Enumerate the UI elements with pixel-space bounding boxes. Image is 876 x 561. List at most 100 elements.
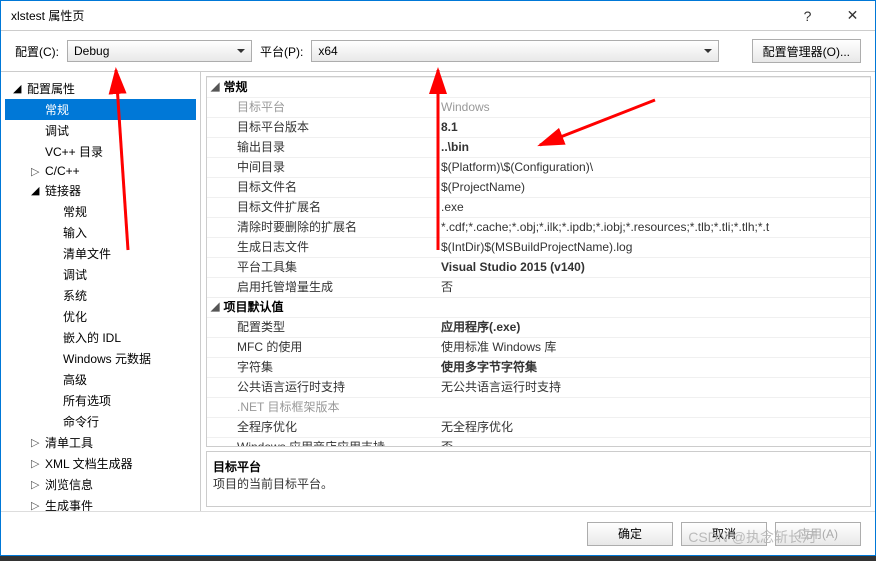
platform-label: 平台(P): xyxy=(260,43,303,60)
grid-row[interactable]: 生成日志文件$(IntDir)$(MSBuildProjectName).log xyxy=(207,237,870,257)
grid-row[interactable]: 公共语言运行时支持无公共语言运行时支持 xyxy=(207,377,870,397)
property-value[interactable]: 无公共语言运行时支持 xyxy=(437,377,870,397)
tree-item[interactable]: 调试 xyxy=(5,264,196,285)
titlebar: xlstest 属性页 ? ✕ xyxy=(1,1,875,31)
property-value[interactable]: Visual Studio 2015 (v140) xyxy=(437,257,870,277)
grid-row[interactable]: 输出目录..\bin xyxy=(207,137,870,157)
grid-row[interactable]: 目标平台Windows xyxy=(207,97,870,117)
tree-item-label: 生成事件 xyxy=(45,497,93,511)
expander-icon: ▷ xyxy=(31,165,41,178)
property-name: 字符集 xyxy=(207,357,437,377)
property-name: 平台工具集 xyxy=(207,257,437,277)
tree-item[interactable]: VC++ 目录 xyxy=(5,141,196,162)
tree-item[interactable]: ◢配置属性 xyxy=(5,78,196,99)
property-value[interactable] xyxy=(437,397,870,417)
grid-row[interactable]: .NET 目标框架版本 xyxy=(207,397,870,417)
grid-row[interactable]: 全程序优化无全程序优化 xyxy=(207,417,870,437)
config-manager-button[interactable]: 配置管理器(O)... xyxy=(752,39,861,63)
property-value[interactable]: $(IntDir)$(MSBuildProjectName).log xyxy=(437,237,870,257)
tree-item-label: 优化 xyxy=(63,308,87,325)
tree-item[interactable]: ◢链接器 xyxy=(5,180,196,201)
grid-category[interactable]: ◢项目默认值 xyxy=(207,297,870,317)
property-name: 目标文件扩展名 xyxy=(207,197,437,217)
ok-button[interactable]: 确定 xyxy=(587,522,673,546)
expander-icon: ◢ xyxy=(31,184,41,197)
footer: 确定 取消 应用(A) xyxy=(1,511,875,555)
tree-item[interactable]: 调试 xyxy=(5,120,196,141)
tree-item[interactable]: 命令行 xyxy=(5,411,196,432)
apply-button[interactable]: 应用(A) xyxy=(775,522,861,546)
tree-item-label: VC++ 目录 xyxy=(45,143,103,160)
tree-item[interactable]: ▷生成事件 xyxy=(5,495,196,511)
property-name: 清除时要删除的扩展名 xyxy=(207,217,437,237)
tree-item[interactable]: ▷C/C++ xyxy=(5,162,196,180)
property-value[interactable]: 无全程序优化 xyxy=(437,417,870,437)
property-value[interactable]: 应用程序(.exe) xyxy=(437,317,870,337)
tree-item[interactable]: ▷清单工具 xyxy=(5,432,196,453)
property-value[interactable]: 否 xyxy=(437,437,870,447)
tree-item[interactable]: 系统 xyxy=(5,285,196,306)
cancel-button[interactable]: 取消 xyxy=(681,522,767,546)
property-value[interactable]: *.cdf;*.cache;*.obj;*.ilk;*.ipdb;*.iobj;… xyxy=(437,217,870,237)
property-value[interactable]: $(Platform)\$(Configuration)\ xyxy=(437,157,870,177)
tree-item[interactable]: Windows 元数据 xyxy=(5,348,196,369)
tree-item[interactable]: ▷浏览信息 xyxy=(5,474,196,495)
property-grid[interactable]: ◢常规目标平台Windows目标平台版本8.1输出目录..\bin中间目录$(P… xyxy=(206,76,871,447)
grid-row[interactable]: 配置类型应用程序(.exe) xyxy=(207,317,870,337)
property-value[interactable]: ..\bin xyxy=(437,137,870,157)
tree-item[interactable]: 清单文件 xyxy=(5,243,196,264)
tree-item[interactable]: 优化 xyxy=(5,306,196,327)
close-button[interactable]: ✕ xyxy=(830,1,875,31)
expander-icon: ▷ xyxy=(31,457,41,470)
content-area: ◢常规目标平台Windows目标平台版本8.1输出目录..\bin中间目录$(P… xyxy=(201,72,875,511)
help-button[interactable]: ? xyxy=(785,1,830,31)
tree-item[interactable]: 高级 xyxy=(5,369,196,390)
description-box: 目标平台 项目的当前目标平台。 xyxy=(206,451,871,507)
property-name: MFC 的使用 xyxy=(207,337,437,357)
property-value[interactable]: $(ProjectName) xyxy=(437,177,870,197)
platform-combo[interactable]: x64 xyxy=(311,40,719,62)
config-label: 配置(C): xyxy=(15,43,59,60)
window-title: xlstest 属性页 xyxy=(11,7,785,24)
tree-item[interactable]: 嵌入的 IDL xyxy=(5,327,196,348)
property-name: 全程序优化 xyxy=(207,417,437,437)
grid-row[interactable]: 字符集使用多字节字符集 xyxy=(207,357,870,377)
description-body: 项目的当前目标平台。 xyxy=(213,475,864,492)
property-name: 目标平台版本 xyxy=(207,117,437,137)
config-combo[interactable]: Debug xyxy=(67,40,252,62)
tree-item-label: 常规 xyxy=(63,203,87,220)
tree-item-label: 系统 xyxy=(63,287,87,304)
property-value[interactable]: .exe xyxy=(437,197,870,217)
property-name: 目标平台 xyxy=(207,97,437,117)
grid-row[interactable]: 清除时要删除的扩展名*.cdf;*.cache;*.obj;*.ilk;*.ip… xyxy=(207,217,870,237)
toolbar: 配置(C): Debug 平台(P): x64 配置管理器(O)... xyxy=(1,31,875,71)
expander-icon: ▷ xyxy=(31,436,41,449)
tree-item-label: 输入 xyxy=(63,224,87,241)
tree-item-label: 浏览信息 xyxy=(45,476,93,493)
property-name: 目标文件名 xyxy=(207,177,437,197)
property-name: 启用托管增量生成 xyxy=(207,277,437,297)
grid-row[interactable]: 目标文件名$(ProjectName) xyxy=(207,177,870,197)
tree-item-label: 所有选项 xyxy=(63,392,111,409)
property-value[interactable]: Windows xyxy=(437,97,870,117)
grid-category[interactable]: ◢常规 xyxy=(207,77,870,97)
tree-item[interactable]: 常规 xyxy=(5,201,196,222)
grid-row[interactable]: 中间目录$(Platform)\$(Configuration)\ xyxy=(207,157,870,177)
grid-row[interactable]: 目标文件扩展名.exe xyxy=(207,197,870,217)
tree-item[interactable]: 输入 xyxy=(5,222,196,243)
property-name: 配置类型 xyxy=(207,317,437,337)
property-value[interactable]: 8.1 xyxy=(437,117,870,137)
property-value[interactable]: 使用标准 Windows 库 xyxy=(437,337,870,357)
property-value[interactable]: 使用多字节字符集 xyxy=(437,357,870,377)
grid-row[interactable]: 目标平台版本8.1 xyxy=(207,117,870,137)
tree-item[interactable]: 所有选项 xyxy=(5,390,196,411)
collapse-icon: ◢ xyxy=(211,78,219,97)
nav-tree[interactable]: ◢配置属性常规调试VC++ 目录▷C/C++◢链接器常规输入清单文件调试系统优化… xyxy=(1,72,201,511)
tree-item[interactable]: ▷XML 文档生成器 xyxy=(5,453,196,474)
grid-row[interactable]: MFC 的使用使用标准 Windows 库 xyxy=(207,337,870,357)
grid-row[interactable]: Windows 应用商店应用支持否 xyxy=(207,437,870,447)
grid-row[interactable]: 启用托管增量生成否 xyxy=(207,277,870,297)
tree-item[interactable]: 常规 xyxy=(5,99,196,120)
property-value[interactable]: 否 xyxy=(437,277,870,297)
grid-row[interactable]: 平台工具集Visual Studio 2015 (v140) xyxy=(207,257,870,277)
